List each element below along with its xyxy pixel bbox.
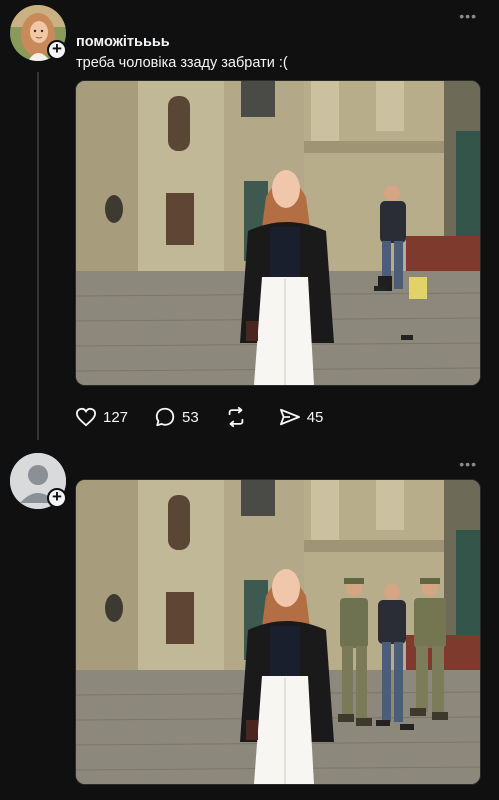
share-icon <box>279 408 300 426</box>
like-count: 127 <box>103 408 129 426</box>
edited-street-photo-image <box>76 480 480 784</box>
thread-line <box>37 72 39 440</box>
post-text: треба чоловіка ззаду забрати :( <box>76 55 288 71</box>
post-actions: 127 53 45 <box>75 406 349 428</box>
post-photo[interactable] <box>75 80 481 386</box>
post-1: + ••• поможітьььь треба чоловіка ззаду з… <box>0 0 499 445</box>
heart-icon <box>75 407 97 427</box>
comment-count: 53 <box>182 408 199 426</box>
post-2: + ••• <box>0 450 499 800</box>
follow-plus-icon[interactable]: + <box>47 488 67 508</box>
post-username[interactable]: поможітьььь <box>76 34 170 50</box>
comment-button[interactable]: 53 <box>154 406 199 428</box>
share-count: 45 <box>306 408 324 426</box>
repost-button[interactable] <box>225 406 253 428</box>
repost-icon <box>228 406 244 428</box>
share-button[interactable]: 45 <box>279 407 324 427</box>
more-options-icon[interactable]: ••• <box>459 456 477 472</box>
more-options-icon[interactable]: ••• <box>459 8 477 24</box>
follow-plus-icon[interactable]: + <box>47 40 67 60</box>
like-button[interactable]: 127 <box>75 407 128 427</box>
comment-icon <box>155 407 175 427</box>
post-photo[interactable] <box>75 479 481 785</box>
street-photo-image <box>76 81 480 385</box>
